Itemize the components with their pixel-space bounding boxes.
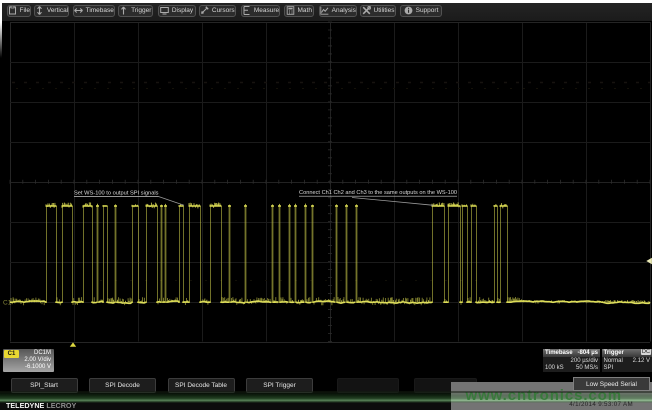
svg-text:Set WS-100 to output SPI signa: Set WS-100 to output SPI signals — [74, 190, 159, 196]
svg-text:Connect Ch1 Ch2 and Ch3 to the: Connect Ch1 Ch2 and Ch3 to the same outp… — [299, 190, 457, 196]
svg-text:C1: C1 — [3, 300, 12, 307]
